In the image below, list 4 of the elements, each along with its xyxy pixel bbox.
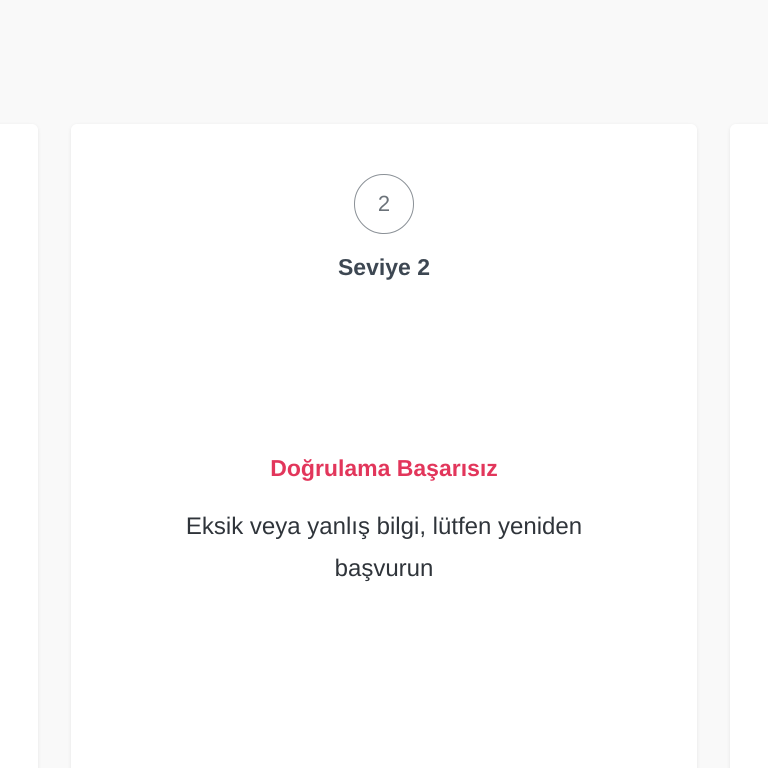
level-title: Seviye 2 [338,254,430,281]
status-message: Eksik veya yanlış bilgi, lütfen yeniden başvurun [184,512,584,584]
step-number: 2 [354,174,414,234]
status-title: Doğrulama Başarısız [270,455,498,482]
